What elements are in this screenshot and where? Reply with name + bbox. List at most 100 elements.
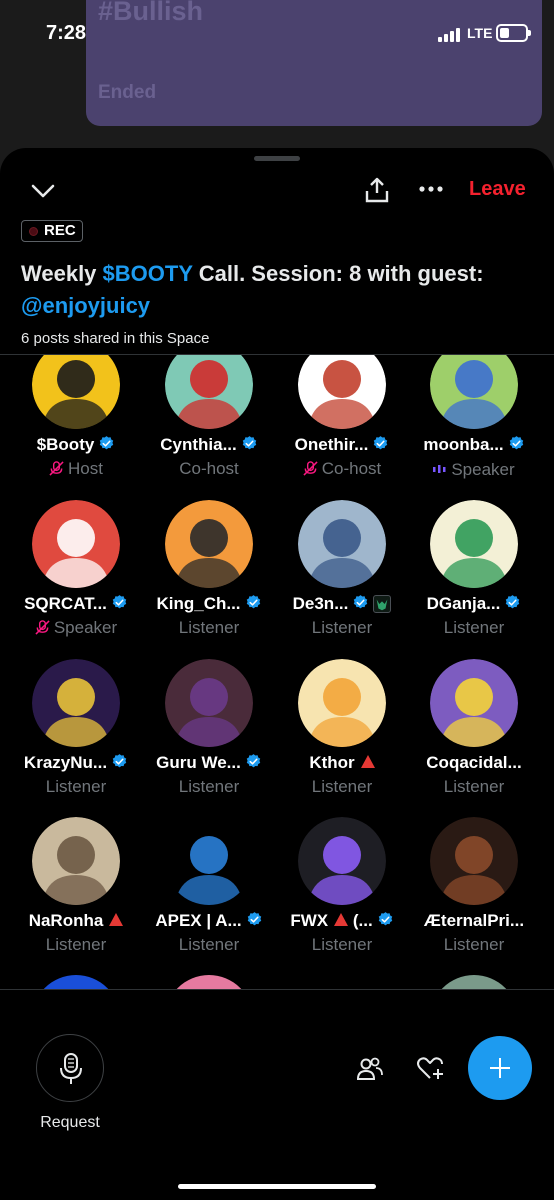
participant-card[interactable]: De3n... Listener [276, 500, 408, 650]
avatar[interactable] [298, 355, 386, 429]
participant-name-text: KrazyNu... [23, 753, 108, 772]
participant-name: $Booty [10, 435, 142, 455]
participant-role: Listener [408, 935, 540, 955]
home-indicator[interactable] [178, 1184, 376, 1189]
participant-name-text: Guru We... [156, 753, 241, 772]
participant-card[interactable]: moonba... Speaker [408, 355, 540, 505]
participant-name-text: Onethir... [294, 435, 369, 454]
compose-plus-button[interactable] [468, 1036, 532, 1100]
verified-badge-icon [372, 435, 389, 452]
avatar[interactable] [430, 355, 518, 429]
participant-card[interactable]: Guru We... Listener [143, 659, 275, 809]
avatar[interactable] [165, 659, 253, 747]
participant-name-text: Coqacidal... [426, 753, 522, 772]
drag-handle[interactable] [254, 156, 300, 161]
participant-role: Co-host [276, 459, 408, 479]
avatar[interactable] [32, 659, 120, 747]
leave-button[interactable]: Leave [469, 178, 526, 201]
avatar[interactable] [32, 500, 120, 588]
request-mic-button[interactable] [36, 1034, 104, 1102]
participant-role: Listener [276, 618, 408, 638]
participant-name-text: $Booty [36, 435, 95, 454]
collapse-chevron-icon[interactable] [30, 178, 56, 204]
participant-role-text: Listener [443, 777, 505, 796]
avatar[interactable] [298, 659, 386, 747]
participant-name: Onethir... [276, 435, 408, 455]
reaction-heart-icon[interactable] [416, 1056, 444, 1082]
participant-name-text: Kthor [309, 753, 355, 772]
participant-card[interactable]: Cynthia... Co-host [143, 355, 275, 505]
avatar[interactable] [298, 817, 386, 905]
verified-badge-icon [508, 435, 525, 452]
status-time: 7:28 [46, 22, 87, 44]
mic-muted-icon [303, 461, 318, 476]
participant-name: KrazyNu... [10, 753, 142, 773]
participant-card[interactable]: DGanja... Listener [408, 500, 540, 650]
avatar[interactable] [430, 500, 518, 588]
participant-card[interactable]: KrazyNu... Listener [10, 659, 142, 809]
participant-card[interactable]: SQRCAT... Speaker [10, 500, 142, 650]
participant-card[interactable]: Coqacidal... Listener [408, 659, 540, 809]
participant-name: APEX | A... [143, 911, 275, 931]
participant-card[interactable]: King_Ch... Listener [143, 500, 275, 650]
participant-name-text: Cynthia... [160, 435, 237, 454]
avatar[interactable] [430, 817, 518, 905]
red-triangle-icon [360, 755, 375, 768]
participant-card[interactable]: ÆternalPri... Listener [408, 817, 540, 967]
participant-role: Listener [10, 777, 142, 797]
participant-card[interactable]: Onethir... Co-host [276, 355, 408, 505]
participant-name: NaRonha [10, 911, 142, 931]
avatar[interactable] [165, 817, 253, 905]
verified-badge-icon [377, 911, 394, 928]
participant-name: King_Ch... [143, 594, 275, 614]
avatar[interactable] [430, 659, 518, 747]
participant-card[interactable]: NaRonha Listener [10, 817, 142, 967]
avatar[interactable] [32, 355, 120, 429]
verified-badge-icon [98, 435, 115, 452]
cashtag-link[interactable]: $BOOTY [103, 261, 193, 286]
battery-icon [496, 24, 531, 42]
avatar-partial[interactable] [165, 975, 253, 989]
participant-role-text: Listener [443, 618, 505, 637]
participant-card[interactable]: APEX | A... Listener [143, 817, 275, 967]
avatar[interactable] [165, 355, 253, 429]
avatar[interactable] [298, 500, 386, 588]
participant-name-suffix: (... [348, 911, 373, 930]
avatar-partial[interactable] [430, 975, 518, 989]
participant-role-text: Speaker [53, 618, 118, 637]
participant-card[interactable]: FWX (... Listener [276, 817, 408, 967]
participant-role-text: Listener [45, 777, 107, 796]
participant-role: Listener [143, 618, 275, 638]
participant-role-text: Speaker [451, 460, 515, 479]
more-options-icon[interactable] [418, 182, 444, 196]
verified-badge-icon [352, 594, 369, 611]
participant-name-text: King_Ch... [156, 594, 241, 613]
participant-name: ÆternalPri... [408, 911, 540, 931]
network-type: LTE [467, 25, 493, 41]
participant-role-text: Listener [311, 935, 373, 954]
participant-name: moonba... [408, 435, 540, 455]
participant-role: Listener [408, 618, 540, 638]
recording-badge: REC [21, 220, 83, 242]
avatar[interactable] [32, 817, 120, 905]
participants-icon[interactable] [356, 1056, 384, 1082]
share-icon[interactable] [364, 176, 390, 204]
participant-name: Kthor [276, 753, 408, 773]
participant-name: FWX (... [276, 911, 408, 931]
participant-card[interactable]: $Booty Host [10, 355, 142, 505]
verified-badge-icon [111, 753, 128, 770]
guest-mention-link[interactable]: @enjoyjuicy [21, 293, 150, 318]
participant-role-text: Listener [311, 618, 373, 637]
participant-card[interactable]: Kthor Listener [276, 659, 408, 809]
recording-label: REC [44, 222, 76, 239]
red-triangle-icon [109, 913, 124, 926]
participant-role: Listener [276, 777, 408, 797]
participant-name: SQRCAT... [10, 594, 142, 614]
participant-name-text: De3n... [292, 594, 349, 613]
avatar[interactable] [165, 500, 253, 588]
participant-role: Host [10, 459, 142, 479]
verified-badge-icon [245, 594, 262, 611]
posts-shared-link[interactable]: 6 posts shared in this Space [21, 330, 209, 347]
avatar-partial[interactable] [32, 975, 120, 989]
request-label[interactable]: Request [30, 1114, 110, 1132]
